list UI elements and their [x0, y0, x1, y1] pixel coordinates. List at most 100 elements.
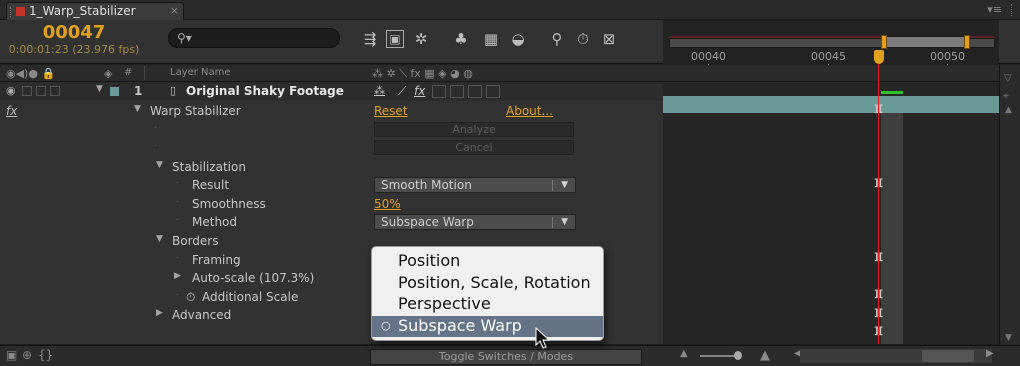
- advanced-expand-icon[interactable]: ▶: [156, 308, 163, 318]
- scroll-down-icon[interactable]: ▼: [1005, 333, 1012, 343]
- layer-row[interactable]: ◉ ▼ 1 ▯ Original Shaky Footage ⁂ ⟋ fx: [0, 82, 663, 101]
- solo-switch[interactable]: [36, 86, 46, 96]
- autoscale-label: Auto-scale (107.3%): [192, 271, 315, 285]
- work-area-start-handle[interactable]: [881, 35, 887, 49]
- layer-number-column[interactable]: #: [124, 67, 132, 78]
- keyframe-marker[interactable]: ][: [874, 104, 883, 115]
- about-link[interactable]: About...: [506, 104, 553, 118]
- graph-editor-icon[interactable]: ⊠: [598, 28, 620, 50]
- live-update-icon[interactable]: ▣: [386, 30, 404, 48]
- layer-name[interactable]: Original Shaky Footage: [186, 84, 344, 98]
- layer-number: 1: [134, 84, 143, 98]
- cancel-button[interactable]: Cancel: [374, 140, 574, 155]
- in-out-pane-icon[interactable]: {}: [38, 348, 53, 362]
- keyframe-marker[interactable]: ][: [874, 289, 883, 300]
- autoscale-expand-icon[interactable]: ▶: [174, 271, 181, 281]
- keyframe-marker[interactable]: ][: [874, 252, 883, 263]
- panel-menu-icon[interactable]: ▾≡: [987, 3, 1002, 16]
- menu-item-perspective[interactable]: Perspective: [372, 294, 603, 315]
- keyframe-marker[interactable]: ][: [874, 326, 883, 337]
- effect-fx-switch[interactable]: fx: [6, 104, 17, 118]
- layer-duration-bar[interactable]: [663, 96, 999, 113]
- current-time-display[interactable]: 00047: [0, 23, 148, 43]
- audio-switch[interactable]: [22, 86, 32, 96]
- shy-switch-icon[interactable]: ⁂: [374, 84, 385, 97]
- analyze-row: · Analyze: [0, 121, 663, 140]
- layer-switches-pane-icon[interactable]: ▣: [6, 348, 17, 362]
- av-switches-icon[interactable]: ◉◀)● 🔒: [6, 67, 55, 80]
- video-switch-icon[interactable]: ◉: [6, 84, 16, 97]
- motion-blur-switch[interactable]: [450, 85, 464, 98]
- effect-name[interactable]: Warp Stabilizer: [150, 104, 241, 118]
- frame-blend-switch[interactable]: [432, 85, 446, 98]
- vertical-scrollbar[interactable]: ▽ ⌖ ▲ ▼: [999, 65, 1020, 345]
- stopwatch-icon[interactable]: ⏱: [572, 28, 594, 50]
- mouse-pointer-icon: [535, 327, 551, 349]
- zoom-slider-knob[interactable]: [734, 351, 742, 360]
- menu-item-subspace-warp[interactable]: ○ Subspace Warp: [372, 316, 603, 337]
- label-column-icon[interactable]: ◈: [104, 67, 112, 80]
- comp-mini-flowchart-icon[interactable]: ⇶: [359, 28, 381, 50]
- analyze-button[interactable]: Analyze: [374, 122, 574, 137]
- method-row: · Method Subspace Warp ▼: [0, 213, 663, 232]
- dropdown-separator: [552, 180, 553, 191]
- effect-expand-icon[interactable]: ▼: [134, 104, 141, 114]
- work-area-end-handle[interactable]: [964, 35, 970, 49]
- row-dot: ·: [176, 253, 180, 264]
- 3d-layer-switch[interactable]: [486, 85, 500, 98]
- result-dropdown-value: Smooth Motion: [381, 178, 472, 192]
- modes-pane-icon[interactable]: ⊕: [22, 348, 32, 362]
- quality-switch-icon[interactable]: ⟋: [398, 84, 406, 99]
- layer-name-column[interactable]: Layer Name: [170, 67, 231, 78]
- auto-keyframe-icon[interactable]: ⚲: [546, 28, 568, 50]
- hide-shy-layers-icon[interactable]: ♣: [450, 28, 472, 50]
- stabilization-group-row[interactable]: ▼ Stabilization: [0, 158, 663, 177]
- stopwatch-icon[interactable]: ⏱: [186, 290, 195, 305]
- ruler-label: 00050: [930, 50, 965, 63]
- toggle-switches-modes-button[interactable]: Toggle Switches / Modes: [370, 349, 642, 365]
- horizontal-scroll-thumb[interactable]: [922, 350, 974, 362]
- comp-button-icon[interactable]: ▽: [1004, 73, 1012, 84]
- zoom-out-icon[interactable]: ▲: [680, 348, 688, 359]
- current-time-indicator-head[interactable]: [874, 50, 884, 64]
- scroll-up-icon[interactable]: ▲: [1005, 105, 1012, 115]
- result-row: · Result Smooth Motion ▼: [0, 176, 663, 195]
- frame-blending-icon[interactable]: ▦: [480, 28, 502, 50]
- menu-item-position[interactable]: Position: [372, 251, 603, 272]
- scroll-right-icon[interactable]: ▶: [986, 348, 994, 359]
- lock-switch[interactable]: [50, 86, 60, 96]
- effects-switch[interactable]: fx: [414, 84, 425, 98]
- layer-expand-icon[interactable]: ▼: [96, 84, 103, 94]
- parent-icon[interactable]: ⌖: [1003, 91, 1009, 102]
- menu-item-position-scale-rotation[interactable]: Position, Scale, Rotation: [372, 273, 603, 294]
- motion-blur-icon[interactable]: ◒: [507, 28, 529, 50]
- reset-link[interactable]: Reset: [374, 104, 408, 118]
- time-ruler[interactable]: 00040 00045 00050: [663, 20, 999, 70]
- search-input[interactable]: ⚲▾: [168, 28, 340, 48]
- close-tab-icon[interactable]: ×: [170, 4, 179, 17]
- menu-item-label: Subspace Warp: [398, 316, 522, 335]
- adjustment-switch[interactable]: [468, 85, 482, 98]
- timeline-tracks[interactable]: ][ ][ ][ ][ ][ ][: [663, 64, 999, 344]
- keyframe-marker[interactable]: ][: [874, 178, 883, 189]
- tab-grip[interactable]: [10, 7, 12, 17]
- composition-tab[interactable]: 1_Warp_Stabilizer ×: [6, 2, 184, 20]
- stabilization-expand-icon[interactable]: ▼: [156, 160, 163, 170]
- row-dot: ·: [176, 197, 180, 208]
- zoom-in-icon[interactable]: ▲: [760, 348, 770, 363]
- work-area-bar[interactable]: [882, 36, 968, 48]
- layer-label-swatch[interactable]: [110, 87, 119, 96]
- result-dropdown[interactable]: Smooth Motion ▼: [374, 177, 576, 193]
- smoothness-row: · Smoothness 50%: [0, 195, 663, 214]
- keyframe-marker[interactable]: ][: [874, 308, 883, 319]
- draft-3d-icon[interactable]: ✲: [410, 28, 432, 50]
- smoothness-value[interactable]: 50%: [374, 197, 401, 211]
- additional-scale-label: Additional Scale: [202, 290, 299, 304]
- label-color-swatch: [16, 7, 25, 16]
- effect-row[interactable]: fx ▼ Warp Stabilizer Reset About...: [0, 102, 663, 121]
- borders-expand-icon[interactable]: ▼: [156, 234, 163, 244]
- dropdown-separator: [552, 217, 553, 228]
- switches-column-icons[interactable]: ⁂ ✲ ⟍ fx ▦ ◈ ◕ ◍: [372, 67, 473, 81]
- panel-grip-right[interactable]: [1011, 4, 1014, 16]
- method-dropdown[interactable]: Subspace Warp ▼: [374, 214, 576, 230]
